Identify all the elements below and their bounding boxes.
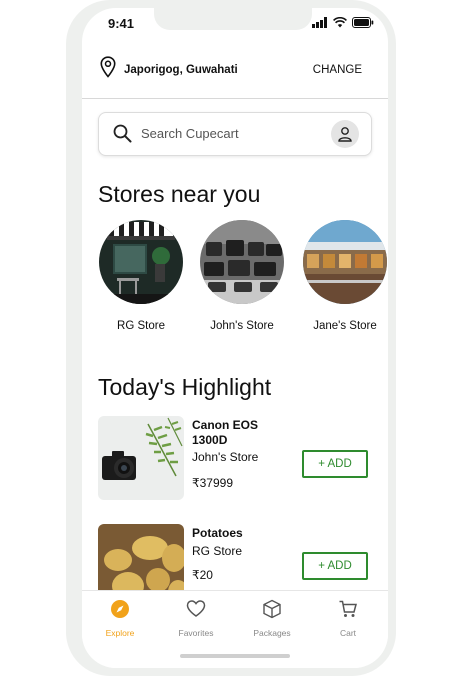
search-bar [98,112,372,156]
nav-item-explore[interactable]: Explore [90,599,150,638]
cart-icon [339,600,357,617]
stores-section-title: Stores near you [98,181,261,207]
battery-icon [352,17,374,28]
location-pin-icon [100,56,116,78]
store-image-johns-store [200,220,284,304]
nav-label: Favorites [178,628,214,638]
change-location-button[interactable]: CHANGE [313,64,362,76]
nav-item-packages[interactable]: Packages [242,599,302,638]
product-store: RG Store [192,544,243,558]
phone-screen: 9:41 Japorigog, Guwahati CHANGE Search C… [82,8,388,668]
wifi-icon [333,17,347,28]
search-icon [113,124,132,143]
nav-item-favorites[interactable]: Favorites [166,599,226,638]
profile-avatar-button[interactable] [331,120,359,148]
explore-icon [111,600,129,618]
status-bar: 9:41 [82,8,388,40]
store-name: RG Store [117,320,165,332]
nav-label: Packages [253,628,291,638]
product-price: ₹20 [192,568,213,582]
store-card-johns-store[interactable]: John's Store [199,220,285,332]
header-divider [82,98,388,99]
product-store: John's Store [192,450,259,464]
notch [154,8,312,30]
add-to-cart-button[interactable]: + ADD [302,552,368,580]
search-input[interactable] [141,121,321,145]
add-to-cart-button[interactable]: + ADD [302,450,368,478]
nav-item-cart[interactable]: Cart [318,599,378,638]
status-time: 9:41 [108,16,135,31]
user-icon [338,127,352,142]
signal-icon [312,17,327,28]
highlight-section-title: Today's Highlight [98,374,272,400]
store-image-rg-store [99,220,183,304]
product-card-canon[interactable]: Canon EOS 1300D John's Store ₹37999 + AD… [98,416,378,500]
location-name: Japorigog, Guwahati [124,64,238,76]
store-name: Jane's Store [313,320,377,332]
package-icon [263,599,281,619]
nav-label: Cart [339,628,357,638]
store-image-janes-store [303,220,387,304]
store-name: John's Store [210,320,274,332]
product-image-canon [98,416,184,500]
product-price: ₹37999 [192,476,234,490]
store-card-janes-store[interactable]: Jane's Store [302,220,388,332]
store-card-rg-store[interactable]: RG Store [98,220,184,332]
nav-label: Explore [105,628,135,638]
product-name: Canon EOS 1300D [192,418,259,447]
status-icons [312,17,374,28]
product-name: Potatoes [192,526,243,540]
heart-icon [186,600,206,617]
location-bar: Japorigog, Guwahati CHANGE [82,52,388,90]
home-indicator [180,654,290,658]
